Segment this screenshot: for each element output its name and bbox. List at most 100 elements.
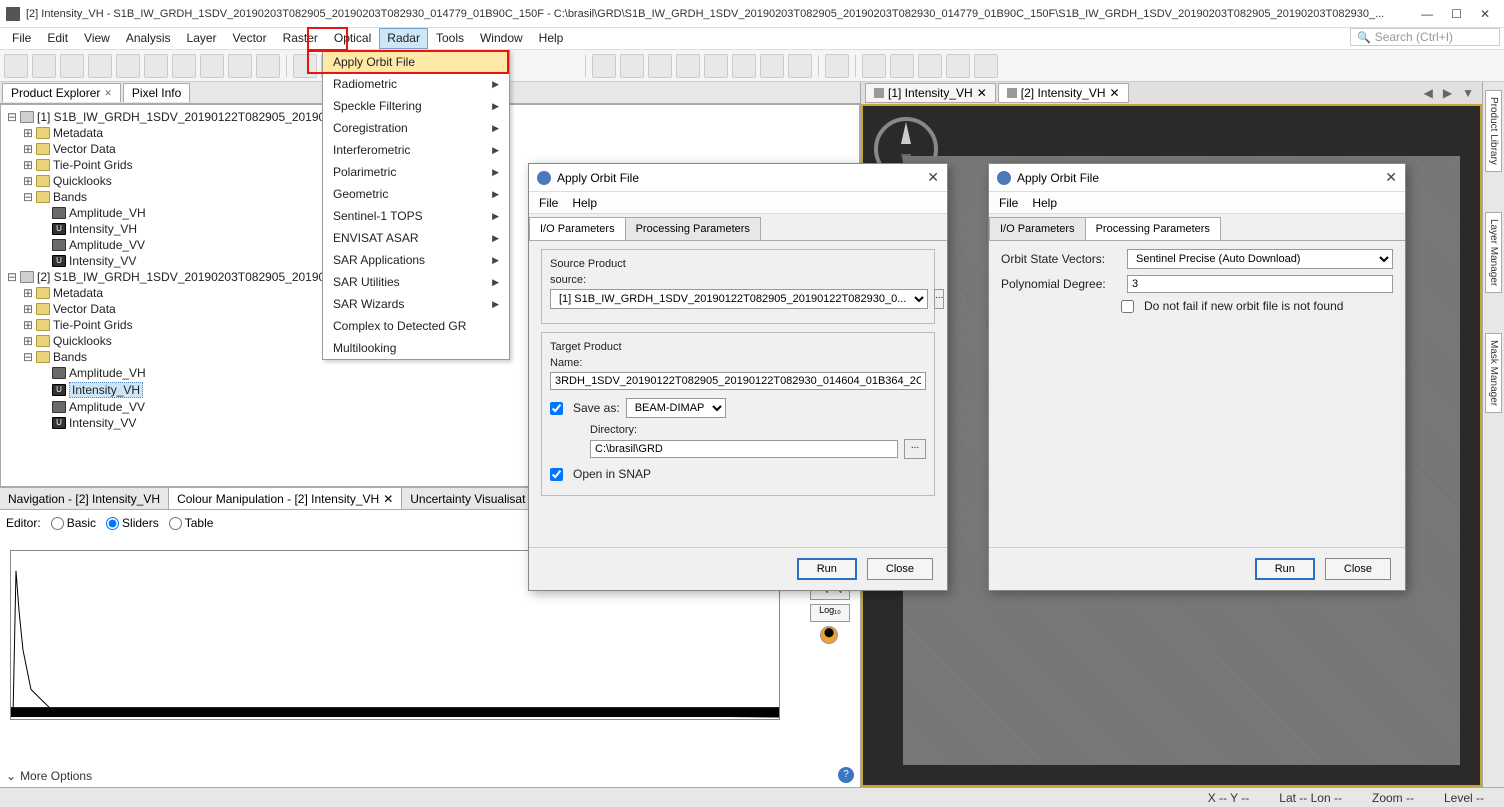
dd-geometric[interactable]: Geometric▶ bbox=[323, 183, 509, 205]
editor-sliders[interactable]: Sliders bbox=[106, 516, 159, 530]
tb-btn-11[interactable] bbox=[293, 54, 317, 78]
menu-window[interactable]: Window bbox=[472, 28, 531, 49]
d2-close-button[interactable]: Close bbox=[1325, 558, 1391, 580]
tb-btn-2[interactable] bbox=[32, 54, 56, 78]
imgtab-nav-right[interactable]: ▶ bbox=[1439, 86, 1456, 100]
tree-p1-metadata[interactable]: Metadata bbox=[53, 126, 103, 140]
dd-interferometric[interactable]: Interferometric▶ bbox=[323, 139, 509, 161]
tree-p1-quicklooks[interactable]: Quicklooks bbox=[53, 174, 112, 188]
dd-speckle[interactable]: Speckle Filtering▶ bbox=[323, 95, 509, 117]
menu-layer[interactable]: Layer bbox=[179, 28, 225, 49]
d1-open-check[interactable] bbox=[550, 468, 563, 481]
search-box[interactable]: 🔍 Search (Ctrl+I) bbox=[1350, 28, 1500, 46]
tb-btn-3[interactable] bbox=[60, 54, 84, 78]
tree-p2-int-vh[interactable]: Intensity_VH bbox=[69, 382, 143, 398]
d1-saveas-check[interactable] bbox=[550, 402, 563, 415]
minimize-button[interactable]: — bbox=[1421, 7, 1433, 21]
d1-dir-browse[interactable]: ... bbox=[904, 439, 926, 459]
dialog1-menu-file[interactable]: File bbox=[539, 196, 558, 210]
menu-optical[interactable]: Optical bbox=[326, 28, 379, 49]
d1-close-button[interactable]: Close bbox=[867, 558, 933, 580]
tb-btn-10[interactable] bbox=[256, 54, 280, 78]
tree-p1-int-vv[interactable]: Intensity_VV bbox=[69, 254, 136, 268]
tb-btn-20[interactable] bbox=[788, 54, 812, 78]
tb-btn-21[interactable] bbox=[825, 54, 849, 78]
d2-run-button[interactable]: Run bbox=[1255, 558, 1315, 580]
tb-btn-13[interactable] bbox=[592, 54, 616, 78]
dialog1-close[interactable]: ✕ bbox=[927, 169, 939, 186]
tb-btn-5[interactable] bbox=[116, 54, 140, 78]
tb-btn-25[interactable] bbox=[946, 54, 970, 78]
tree-p2-metadata[interactable]: Metadata bbox=[53, 286, 103, 300]
dialog2-tab-io[interactable]: I/O Parameters bbox=[989, 217, 1086, 240]
tree-p2-quicklooks[interactable]: Quicklooks bbox=[53, 334, 112, 348]
tree-p2-amp-vv[interactable]: Amplitude_VV bbox=[69, 400, 145, 414]
menu-radar[interactable]: Radar bbox=[379, 28, 428, 49]
dd-radiometric[interactable]: Radiometric▶ bbox=[323, 73, 509, 95]
tree-p1-bands-label[interactable]: Bands bbox=[53, 190, 87, 204]
tab-uncertainty[interactable]: Uncertainty Visualisat bbox=[402, 488, 534, 509]
tb-btn-1[interactable] bbox=[4, 54, 28, 78]
dd-sentinel1[interactable]: Sentinel-1 TOPS▶ bbox=[323, 205, 509, 227]
dialog1-menu-help[interactable]: Help bbox=[572, 196, 597, 210]
tree-p2-bands-label[interactable]: Bands bbox=[53, 350, 87, 364]
editor-basic[interactable]: Basic bbox=[51, 516, 96, 530]
d1-source-select[interactable]: [1] S1B_IW_GRDH_1SDV_20190122T082905_201… bbox=[550, 289, 928, 309]
d1-dir-input[interactable] bbox=[590, 440, 898, 458]
d2-poly-input[interactable] bbox=[1127, 275, 1393, 293]
dialog2-menu-file[interactable]: File bbox=[999, 196, 1018, 210]
vtab-layer-manager[interactable]: Layer Manager bbox=[1485, 212, 1502, 293]
tb-btn-14[interactable] bbox=[620, 54, 644, 78]
dialog2-menu-help[interactable]: Help bbox=[1032, 196, 1057, 210]
d1-source-browse[interactable]: ... bbox=[934, 289, 944, 309]
tb-btn-17[interactable] bbox=[704, 54, 728, 78]
d1-saveas-select[interactable]: BEAM-DIMAP bbox=[626, 398, 726, 418]
d2-fail-check[interactable] bbox=[1121, 300, 1134, 313]
more-options[interactable]: ⌄More Options bbox=[6, 769, 92, 783]
help-button[interactable]: ? bbox=[838, 767, 854, 783]
menu-help[interactable]: Help bbox=[531, 28, 572, 49]
imgtab-1[interactable]: [1] Intensity_VH✕ bbox=[865, 83, 996, 103]
tree-p1-int-vh[interactable]: Intensity_VH bbox=[69, 222, 137, 236]
tb-btn-9[interactable] bbox=[228, 54, 252, 78]
close-button[interactable]: ✕ bbox=[1480, 7, 1490, 21]
dd-sar-utils[interactable]: SAR Utilities▶ bbox=[323, 271, 509, 293]
tb-btn-24[interactable] bbox=[918, 54, 942, 78]
dd-multilooking[interactable]: Multilooking bbox=[323, 337, 509, 359]
dialog2-tab-proc[interactable]: Processing Parameters bbox=[1085, 217, 1221, 240]
tb-btn-7[interactable] bbox=[172, 54, 196, 78]
tree-product-2[interactable]: [2] S1B_IW_GRDH_1SDV_20190203T082905_201… bbox=[37, 270, 339, 284]
tab-product-explorer[interactable]: Product Explorer✕ bbox=[2, 83, 121, 102]
tb-btn-19[interactable] bbox=[760, 54, 784, 78]
dialog2-close[interactable]: ✕ bbox=[1385, 169, 1397, 186]
tb-btn-15[interactable] bbox=[648, 54, 672, 78]
menu-raster[interactable]: Raster bbox=[275, 28, 326, 49]
menu-analysis[interactable]: Analysis bbox=[118, 28, 179, 49]
tree-p1-amp-vv[interactable]: Amplitude_VV bbox=[69, 238, 145, 252]
menu-edit[interactable]: Edit bbox=[39, 28, 76, 49]
maximize-button[interactable]: ☐ bbox=[1451, 7, 1462, 21]
tree-p1-vector[interactable]: Vector Data bbox=[53, 142, 116, 156]
dd-polarimetric[interactable]: Polarimetric▶ bbox=[323, 161, 509, 183]
tab-navigation[interactable]: Navigation - [2] Intensity_VH bbox=[0, 488, 169, 509]
dialog1-tab-io[interactable]: I/O Parameters bbox=[529, 217, 626, 240]
dd-sar-apps[interactable]: SAR Applications▶ bbox=[323, 249, 509, 271]
sb-4[interactable]: Log₁₀ bbox=[810, 604, 850, 622]
tree-product-1[interactable]: [1] S1B_IW_GRDH_1SDV_20190122T082905_201… bbox=[37, 110, 339, 124]
editor-table[interactable]: Table bbox=[169, 516, 214, 530]
d1-run-button[interactable]: Run bbox=[797, 558, 857, 580]
tb-btn-16[interactable] bbox=[676, 54, 700, 78]
sb-5[interactable]: ⬤ bbox=[820, 626, 838, 644]
menu-view[interactable]: View bbox=[76, 28, 118, 49]
tb-btn-18[interactable] bbox=[732, 54, 756, 78]
tb-btn-23[interactable] bbox=[890, 54, 914, 78]
tree-p2-vector[interactable]: Vector Data bbox=[53, 302, 116, 316]
menu-tools[interactable]: Tools bbox=[428, 28, 472, 49]
tb-btn-8[interactable] bbox=[200, 54, 224, 78]
imgtab-nav-list[interactable]: ▼ bbox=[1458, 86, 1478, 100]
dd-envisat[interactable]: ENVISAT ASAR▶ bbox=[323, 227, 509, 249]
menu-vector[interactable]: Vector bbox=[225, 28, 275, 49]
tree-p2-amp-vh[interactable]: Amplitude_VH bbox=[69, 366, 146, 380]
tb-btn-6[interactable] bbox=[144, 54, 168, 78]
tb-btn-26[interactable] bbox=[974, 54, 998, 78]
